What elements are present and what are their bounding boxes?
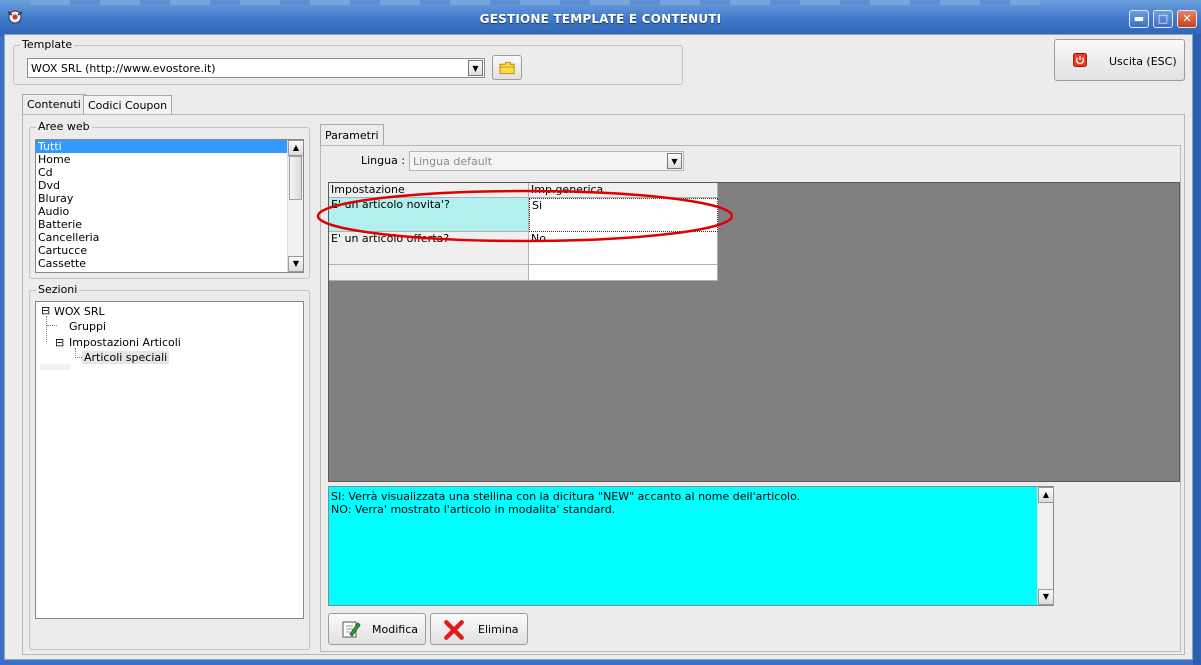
list-item[interactable]: Home xyxy=(36,153,303,166)
lingua-label: Lingua : xyxy=(361,154,406,167)
template-value: WOX SRL (http://www.evostore.it) xyxy=(31,62,216,75)
list-item[interactable]: Batterie xyxy=(36,218,303,231)
contenuti-panel: Aree web Tutti Home Cd Dvd Bluray Audio Batter… xyxy=(22,114,1185,655)
tree-line xyxy=(47,325,57,326)
list-item[interactable]: Cancelleria xyxy=(36,231,303,244)
modifica-label: Modifica xyxy=(372,623,418,636)
annotation-ellipse xyxy=(316,189,734,243)
client-area: Template WOX SRL (http://www.evostore.it… xyxy=(4,34,1193,660)
template-group: Template WOX SRL (http://www.evostore.it… xyxy=(13,38,683,85)
background-taskbar-strip xyxy=(30,0,1040,5)
tab-parametri[interactable]: Parametri xyxy=(320,124,384,145)
aree-web-caption: Aree web xyxy=(36,120,92,133)
list-item[interactable]: Bluray xyxy=(36,192,303,205)
scroll-down-arrow-icon[interactable]: ▼ xyxy=(288,256,303,272)
description-box[interactable]: SI: Verrà visualizzata una stellina con … xyxy=(328,486,1054,606)
open-folder-button[interactable] xyxy=(492,55,522,80)
aree-web-listbox[interactable]: Tutti Home Cd Dvd Bluray Audio Batterie Cancell… xyxy=(35,139,304,273)
minimize-button[interactable]: ▬ xyxy=(1129,10,1149,28)
tree-line xyxy=(46,316,47,342)
list-item[interactable]: Dvd xyxy=(36,179,303,192)
template-caption: Template xyxy=(20,38,75,51)
tree-line xyxy=(75,357,82,358)
delete-x-icon xyxy=(444,620,464,640)
scroll-down-arrow-icon[interactable]: ▼ xyxy=(1038,589,1054,605)
scroll-thumb[interactable] xyxy=(289,156,302,200)
exit-button[interactable]: Uscita (ESC) xyxy=(1054,39,1185,81)
application-window: GESTIONE TEMPLATE E CONTENUTI ▬ □ ✕ Temp… xyxy=(0,0,1201,665)
edit-icon xyxy=(342,621,361,638)
tree-node-impostazioni[interactable]: Impostazioni Articoli xyxy=(69,336,181,349)
chevron-down-icon[interactable]: ▼ xyxy=(468,60,483,76)
list-item[interactable]: Cd xyxy=(36,166,303,179)
window-border xyxy=(1193,34,1201,665)
settings-grid-area: Impostazione Imp.generica E' un articolo… xyxy=(316,182,1180,482)
tab-contenuti[interactable]: Contenuti xyxy=(22,94,86,115)
tree-node-root[interactable]: WOX SRL xyxy=(54,305,105,318)
list-item[interactable]: Tutti xyxy=(36,140,303,153)
elimina-button[interactable]: Elimina xyxy=(430,613,528,645)
parametri-panel: Lingua : Lingua default ▼ Impostazione I… xyxy=(316,145,1181,652)
lingua-value: Lingua default xyxy=(413,155,493,168)
tree-node-gruppi[interactable]: Gruppi xyxy=(69,320,106,333)
maximize-button[interactable]: □ xyxy=(1153,10,1173,28)
power-icon xyxy=(1073,53,1087,67)
aree-web-group: Aree web Tutti Home Cd Dvd Bluray Audio Batter… xyxy=(29,120,310,279)
scroll-up-arrow-icon[interactable]: ▲ xyxy=(288,140,303,156)
sezioni-group: Sezioni ⊟ WOX SRL Gruppi ⊟ Impostazioni … xyxy=(29,283,310,650)
scroll-up-arrow-icon[interactable]: ▲ xyxy=(1038,487,1054,503)
description-scrollbar[interactable]: ▲ ▼ xyxy=(1037,487,1054,605)
table-row-empty xyxy=(329,265,529,281)
lingua-combobox[interactable]: Lingua default ▼ xyxy=(409,151,684,171)
list-item[interactable]: Cassette xyxy=(36,257,303,270)
close-button[interactable]: ✕ xyxy=(1177,10,1197,28)
sezioni-caption: Sezioni xyxy=(36,283,80,296)
list-item[interactable]: Audio xyxy=(36,205,303,218)
tree-gap xyxy=(40,364,70,370)
collapse-icon[interactable]: ⊟ xyxy=(55,337,64,348)
tree-node-articoli-speciali[interactable]: Articoli speciali xyxy=(82,351,170,364)
description-line: SI: Verrà visualizzata una stellina con … xyxy=(331,490,801,503)
folder-icon xyxy=(499,61,516,75)
description-line: NO: Verra' mostrato l'articolo in modali… xyxy=(331,503,616,516)
chevron-down-icon[interactable]: ▼ xyxy=(667,153,682,169)
aree-web-scrollbar[interactable]: ▲ ▼ xyxy=(287,140,303,272)
exit-label: Uscita (ESC) xyxy=(1109,55,1177,68)
sezioni-tree[interactable]: ⊟ WOX SRL Gruppi ⊟ Impostazioni Articoli… xyxy=(35,301,304,619)
aree-web-items: Tutti Home Cd Dvd Bluray Audio Batterie Cancell… xyxy=(36,140,303,270)
elimina-label: Elimina xyxy=(478,623,519,636)
template-combobox[interactable]: WOX SRL (http://www.evostore.it) ▼ xyxy=(27,58,485,78)
window-title: GESTIONE TEMPLATE E CONTENUTI xyxy=(479,12,722,26)
table-row-empty xyxy=(529,265,718,281)
tab-codici-coupon[interactable]: Codici Coupon xyxy=(83,95,173,115)
title-bar[interactable]: GESTIONE TEMPLATE E CONTENUTI ▬ □ ✕ xyxy=(0,0,1201,36)
modifica-button[interactable]: Modifica xyxy=(328,613,426,645)
collapse-icon[interactable]: ⊟ xyxy=(41,305,50,316)
list-item[interactable]: Cartucce xyxy=(36,244,303,257)
